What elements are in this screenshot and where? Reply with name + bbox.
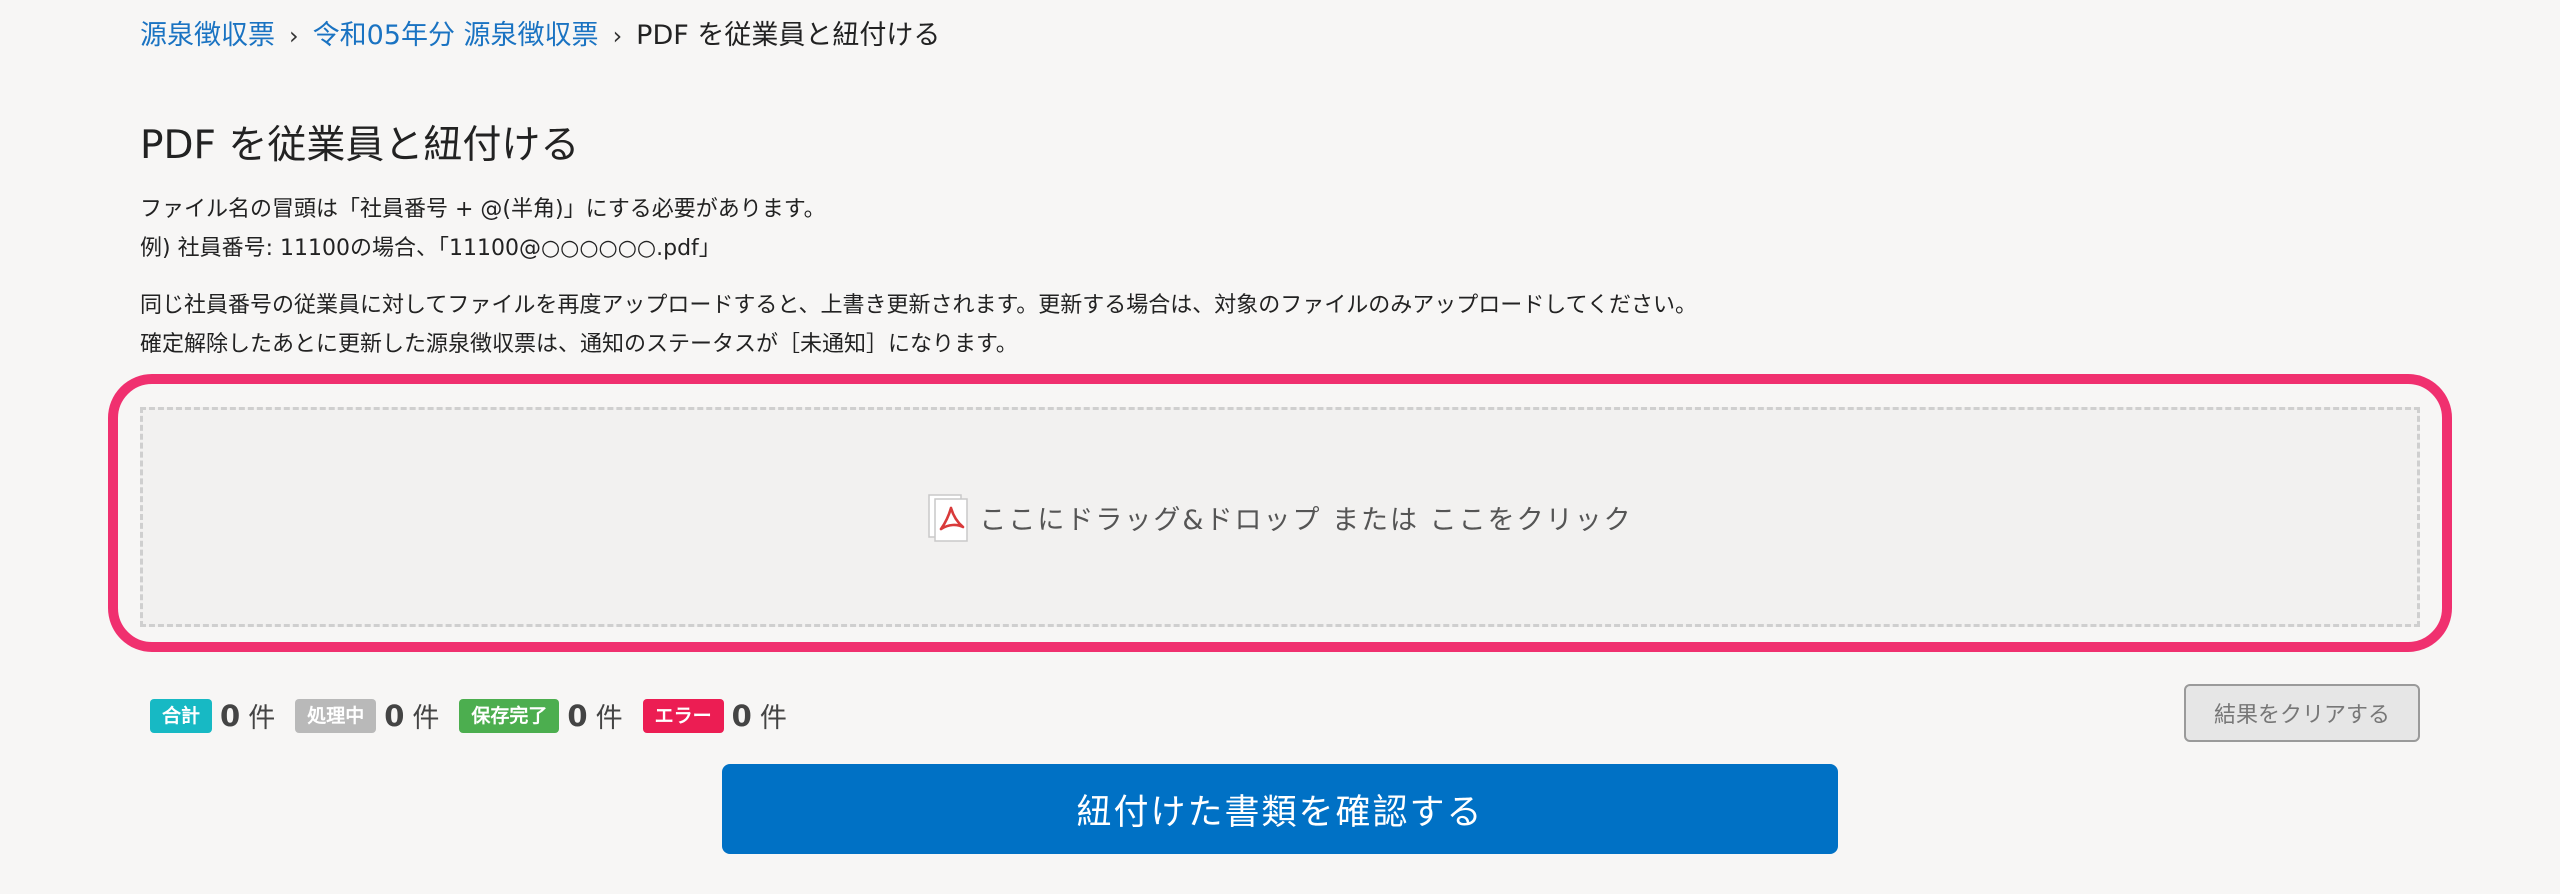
overwrite-notice-line: 同じ社員番号の従業員に対してファイルを再度アップロードすると、上書き更新されます… [140,293,1697,318]
page-title: PDF を従業員と紐付ける [140,123,580,168]
status-badge-processing: 処理中 [295,698,377,733]
pdf-file-icon [927,491,971,543]
instruction-line: ファイル名の冒頭は「社員番号 + @(半角)」にする必要があります。 [140,197,826,222]
status-total: 合計 0 件 [150,696,275,735]
status-count-total: 0 [220,698,241,733]
status-badge-error: エラー [642,698,724,733]
instruction-example: 例) 社員番号: 11100の場合、「11100@○○○○○○.pdf」 [140,236,721,261]
filename-instructions: ファイル名の冒頭は「社員番号 + @(半角)」にする必要があります。 例) 社員… [140,190,826,268]
dropzone-text: ここにドラッグ&ドロップ または ここをクリック [979,504,1633,536]
breadcrumb: 源泉徴収票 › 令和05年分 源泉徴収票 › PDF を従業員と紐付ける [140,18,940,54]
clear-results-button[interactable]: 結果をクリアする [2184,684,2420,742]
status-saved: 保存完了 0 件 [459,696,623,735]
status-error: エラー 0 件 [642,696,787,735]
status-count-saved: 0 [567,698,588,733]
overwrite-notice: 同じ社員番号の従業員に対してファイルを再度アップロードすると、上書き更新されます… [140,286,1697,364]
breadcrumb-link-year[interactable]: 令和05年分 源泉徴収票 [313,18,599,54]
chevron-right-icon: › [612,22,623,50]
dropzone-content[interactable]: ここにドラッグ&ドロップ または ここをクリック [927,491,1632,543]
status-notice-line: 確定解除したあとに更新した源泉徴収票は、通知のステータスが［未通知］になります。 [140,332,1018,357]
status-badge-saved: 保存完了 [459,698,560,733]
confirm-linked-documents-button[interactable]: 紐付けた書類を確認する [722,764,1838,854]
status-unit: 件 [759,703,787,734]
file-dropzone[interactable]: ここにドラッグ&ドロップ または ここをクリック [140,407,2420,627]
upload-status-summary: 合計 0 件 処理中 0 件 保存完了 0 件 エラー 0 件 [150,696,807,735]
status-unit: 件 [412,703,440,734]
chevron-right-icon: › [289,22,299,50]
status-processing: 処理中 0 件 [295,696,439,735]
status-badge-total: 合計 [150,698,213,733]
breadcrumb-link-withholding-slips[interactable]: 源泉徴収票 [140,18,275,54]
status-count-error: 0 [731,698,752,733]
status-unit: 件 [595,703,623,734]
breadcrumb-current: PDF を従業員と紐付ける [636,20,941,51]
status-unit: 件 [248,703,276,734]
status-count-processing: 0 [384,698,405,733]
